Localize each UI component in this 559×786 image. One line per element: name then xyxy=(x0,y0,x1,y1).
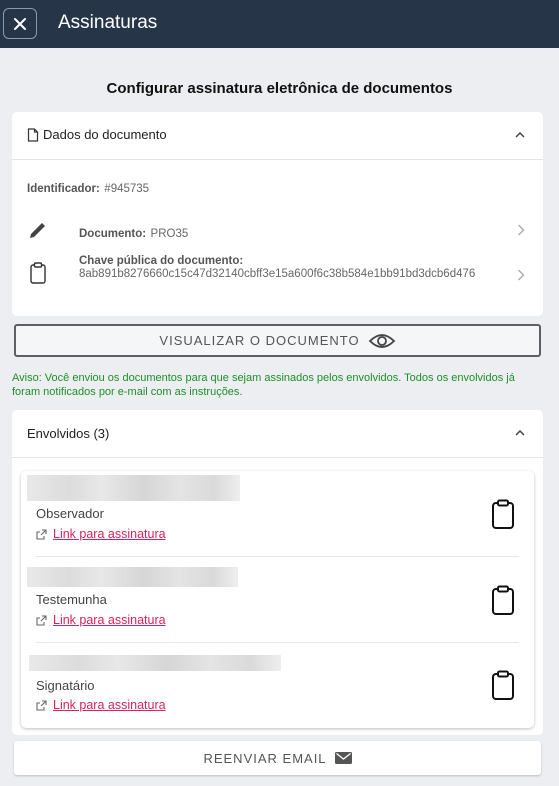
person-role: Testemunha xyxy=(36,592,107,607)
pencil-icon xyxy=(30,223,45,238)
external-link-icon xyxy=(36,614,47,626)
identifier-value: #945735 xyxy=(104,183,150,195)
involved-list: Observador Link para assinatura Testemun… xyxy=(21,471,534,728)
top-bar: Assinaturas xyxy=(0,0,559,48)
signature-link[interactable]: Link para assinatura xyxy=(53,698,166,712)
view-document-button[interactable]: VISUALIZAR O DOCUMENTO xyxy=(14,324,541,357)
clipboard-icon[interactable] xyxy=(491,670,515,700)
public-key-value: 8ab891b8276660c15c47d32140cbff3e15a600f6… xyxy=(79,268,476,280)
resend-email-button[interactable]: REENVIAR EMAIL xyxy=(14,741,541,775)
person-role: Signatário xyxy=(36,678,95,693)
view-document-label: VISUALIZAR O DOCUMENTO xyxy=(159,333,360,348)
signature-link[interactable]: Link para assinatura xyxy=(53,613,166,627)
identifier-row: Identificador: #945735 xyxy=(27,179,149,197)
involved-card-header[interactable]: Envolvidos (3) xyxy=(12,410,543,458)
redacted-name xyxy=(27,475,240,501)
resend-email-label: REENVIAR EMAIL xyxy=(203,750,327,766)
document-card-header[interactable]: Dados do documento xyxy=(12,112,543,160)
document-card-title: Dados do documento xyxy=(43,127,167,142)
page-title: Assinaturas xyxy=(58,12,158,33)
list-item: Observador Link para assinatura xyxy=(21,471,534,557)
public-key-label: Chave pública do documento: xyxy=(79,255,244,267)
clipboard-icon[interactable] xyxy=(491,585,515,615)
chevron-right-icon xyxy=(518,224,525,236)
section-heading: Configurar assinatura eletrônica de docu… xyxy=(106,80,453,97)
redacted-name xyxy=(29,655,281,671)
document-value: PRO35 xyxy=(150,228,189,240)
redacted-name xyxy=(27,567,238,587)
public-key-row[interactable]: Chave pública do documento: 8ab891b82766… xyxy=(12,252,543,300)
person-role: Observador xyxy=(36,506,104,521)
close-icon xyxy=(14,17,26,30)
list-item: Testemunha Link para assinatura xyxy=(21,557,534,643)
identifier-label: Identificador: xyxy=(27,183,100,195)
list-item: Signatário Link para assinatura xyxy=(21,643,534,729)
file-icon xyxy=(27,127,39,142)
close-button[interactable] xyxy=(3,8,37,39)
involved-card-title: Envolvidos (3) xyxy=(27,426,110,441)
document-card: Dados do documento Identificador: #94573… xyxy=(12,112,543,316)
clipboard-icon[interactable] xyxy=(491,499,515,529)
eye-icon xyxy=(368,333,395,348)
document-label: Documento: xyxy=(79,228,147,240)
document-row[interactable]: Documento: PRO35 xyxy=(12,212,543,248)
external-link-icon xyxy=(36,528,47,540)
signature-link[interactable]: Link para assinatura xyxy=(53,527,166,541)
clipboard-icon xyxy=(30,262,46,284)
mail-icon xyxy=(334,752,352,764)
notice-text: Aviso: Você enviou os documentos para qu… xyxy=(12,372,515,398)
chevron-up-icon[interactable] xyxy=(515,130,525,140)
chevron-up-icon[interactable] xyxy=(515,428,525,438)
chevron-right-icon xyxy=(518,269,525,281)
external-link-icon xyxy=(36,699,47,711)
